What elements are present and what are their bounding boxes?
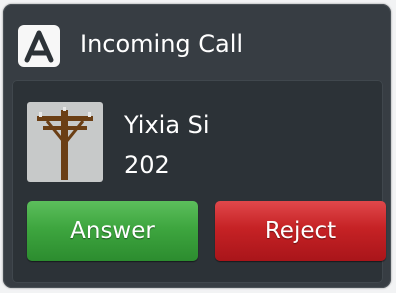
caller-panel: Yixia Si 202 Answer Reject bbox=[12, 80, 386, 283]
caller-name: Yixia Si bbox=[124, 111, 210, 139]
dialog-title: Incoming Call bbox=[80, 30, 244, 58]
utility-pole-icon bbox=[27, 102, 103, 182]
caller-number: 202 bbox=[124, 151, 170, 179]
dialog-header: Incoming Call bbox=[3, 4, 391, 78]
reject-button[interactable]: Reject bbox=[215, 201, 386, 261]
app-logo-icon bbox=[18, 25, 60, 67]
incoming-call-dialog: Incoming Call Yixia Si 202 Answer Reject bbox=[3, 4, 391, 288]
answer-button[interactable]: Answer bbox=[27, 201, 198, 261]
